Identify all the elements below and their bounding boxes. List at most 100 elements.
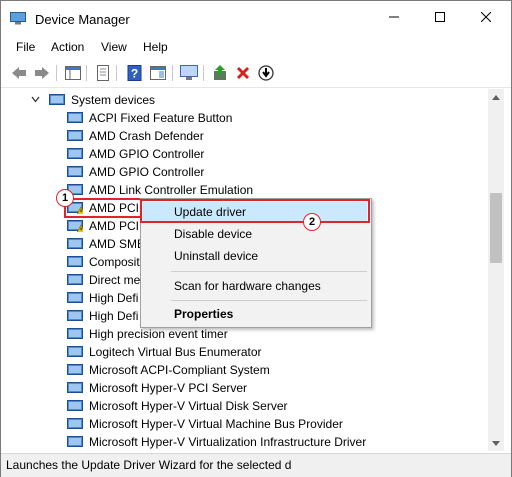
- action-pane-icon: [150, 66, 166, 80]
- device-icon: [67, 130, 83, 141]
- forward-arrow-icon: [35, 67, 49, 79]
- device-label: Microsoft Hyper-V Virtualization Infrast…: [89, 435, 367, 449]
- menu-item-scan-hardware[interactable]: Scan for hardware changes: [174, 279, 321, 293]
- device-icon: [67, 256, 83, 267]
- device-icon: [67, 328, 83, 339]
- help-icon: ?: [127, 65, 142, 81]
- back-arrow-icon: [12, 67, 26, 79]
- device-list-item[interactable]: AMD Link Controller Emulation: [67, 181, 467, 199]
- scan-hardware-button[interactable]: [179, 64, 199, 82]
- device-label: High Defi: [89, 291, 139, 305]
- device-label: AMD PCI: [89, 219, 140, 233]
- device-list-item[interactable]: Microsoft Hyper-V Virtual Disk Server: [67, 397, 467, 415]
- device-icon: [67, 436, 83, 447]
- status-text: Launches the Update Driver Wizard for th…: [6, 458, 292, 472]
- minimize-icon: [389, 16, 399, 18]
- device-label: AMD GPIO Controller: [89, 147, 205, 161]
- device-label: High Defi: [89, 309, 139, 323]
- device-label: AMD Crash Defender: [89, 129, 204, 143]
- close-icon: [481, 12, 491, 22]
- svg-text:?: ?: [131, 67, 138, 81]
- device-icon: [67, 166, 83, 177]
- device-label: ACPI Fixed Feature Button: [89, 111, 233, 125]
- properties-sheet-icon: [97, 65, 109, 81]
- device-list-item[interactable]: Microsoft Hyper-V Virtual Machine Bus Pr…: [67, 415, 467, 433]
- device-label: AMD Link Controller Emulation: [89, 183, 254, 197]
- menu-item-uninstall-device[interactable]: Uninstall device: [174, 249, 258, 263]
- device-list-item[interactable]: AMD GPIO Controller: [67, 145, 467, 163]
- device-list-item[interactable]: AMD GPIO Controller: [67, 163, 467, 181]
- menu-action[interactable]: Action: [51, 40, 84, 54]
- back-button[interactable]: [9, 64, 29, 82]
- chevron-up-icon: [492, 94, 500, 100]
- close-button[interactable]: [463, 1, 509, 33]
- enable-device-button[interactable]: [256, 64, 276, 82]
- device-icon: [67, 292, 83, 303]
- device-label: Microsoft ACPI-Compliant System: [89, 363, 270, 377]
- device-label: AMD SMB: [89, 237, 146, 251]
- menu-view[interactable]: View: [101, 40, 127, 54]
- device-label: Microsoft Hyper-V PCI Server: [89, 381, 248, 395]
- window-title: Device Manager: [35, 12, 130, 27]
- device-icon: [67, 364, 83, 375]
- annotation-highlight-update-driver: [140, 199, 370, 223]
- system-devices-folder-icon: [49, 94, 65, 105]
- download-circle-icon: [258, 65, 274, 81]
- menu-item-disable-device[interactable]: Disable device: [174, 227, 252, 241]
- action-pane-button[interactable]: [148, 64, 168, 82]
- device-warning-icon: [67, 220, 83, 232]
- update-driver-icon: [214, 65, 226, 80]
- device-label: Direct me: [89, 273, 141, 287]
- category-label: System devices: [71, 93, 156, 107]
- maximize-button[interactable]: [417, 1, 463, 33]
- console-tree-icon: [65, 66, 81, 80]
- maximize-icon: [435, 12, 445, 22]
- device-list-item[interactable]: ACPI Fixed Feature Button: [67, 109, 467, 127]
- show-hide-console-tree-button[interactable]: [63, 64, 83, 82]
- annotation-step-1-badge: 1: [56, 189, 74, 207]
- device-icon: [67, 400, 83, 411]
- device-icon: [67, 112, 83, 123]
- annotation-step-2-badge: 2: [303, 213, 321, 231]
- update-driver-button[interactable]: [210, 64, 230, 82]
- device-label: Microsoft Hyper-V Virtual Disk Server: [89, 399, 288, 413]
- device-label: Logitech Virtual Bus Enumerator: [89, 345, 262, 359]
- menu-help[interactable]: Help: [143, 40, 168, 54]
- device-icon: [67, 274, 83, 285]
- vertical-scrollbar[interactable]: [488, 89, 504, 451]
- scrollbar-thumb[interactable]: [490, 193, 502, 263]
- chevron-down-icon[interactable]: [31, 96, 40, 104]
- properties-button[interactable]: [93, 64, 113, 82]
- scroll-down-arrow[interactable]: [488, 435, 504, 451]
- toolbar-separator: [86, 65, 87, 81]
- menu-file[interactable]: File: [16, 40, 35, 54]
- device-list-item[interactable]: Logitech Virtual Bus Enumerator: [67, 343, 467, 361]
- title-bar: Device Manager: [1, 1, 511, 35]
- device-icon: [67, 310, 83, 321]
- menu-separator: [171, 271, 367, 272]
- minimize-button[interactable]: [371, 1, 417, 33]
- annotation-highlight-amd-pci: [64, 198, 144, 218]
- device-icon: [67, 418, 83, 429]
- forward-button[interactable]: [32, 64, 52, 82]
- menu-separator: [171, 300, 367, 301]
- device-list-item[interactable]: Microsoft ACPI-Compliant System: [67, 361, 467, 379]
- monitor-scan-icon: [180, 65, 198, 80]
- device-label: AMD GPIO Controller: [89, 165, 205, 179]
- device-icon: [67, 148, 83, 159]
- menu-item-properties[interactable]: Properties: [174, 307, 233, 321]
- tree-category-system-devices[interactable]: System devices: [31, 91, 231, 109]
- toolbar-separator: [203, 65, 204, 81]
- device-list-item[interactable]: Microsoft Hyper-V PCI Server: [67, 379, 467, 397]
- scroll-up-arrow[interactable]: [488, 89, 504, 105]
- toolbar: ?: [1, 59, 511, 88]
- device-list-item[interactable]: Microsoft Hyper-V Virtualization Infrast…: [67, 433, 467, 451]
- device-label: Microsoft Hyper-V Virtual Machine Bus Pr…: [89, 417, 343, 431]
- toolbar-separator: [172, 65, 173, 81]
- uninstall-device-button[interactable]: [233, 64, 253, 82]
- help-button[interactable]: ?: [125, 64, 145, 82]
- toolbar-separator: [116, 65, 117, 81]
- toolbar-separator: [56, 65, 57, 81]
- device-label: Composit: [89, 255, 140, 269]
- device-list-item[interactable]: AMD Crash Defender: [67, 127, 467, 145]
